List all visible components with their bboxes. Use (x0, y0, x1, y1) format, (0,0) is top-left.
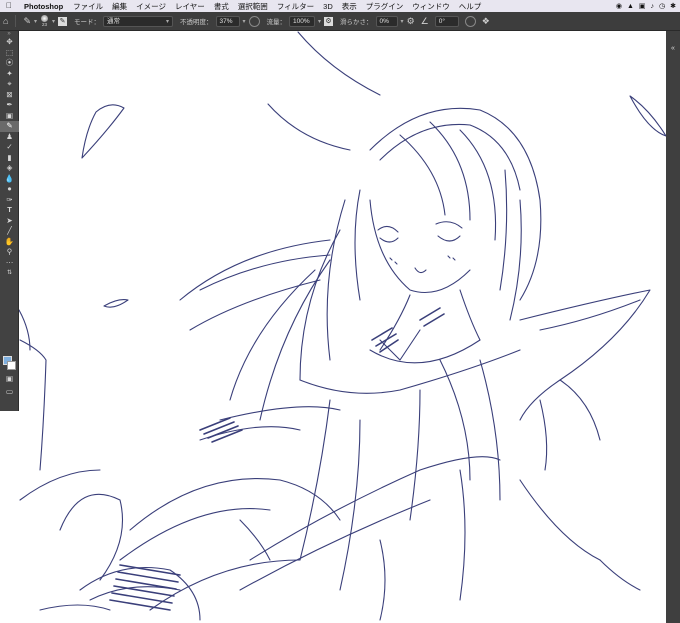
clock-icon[interactable]: ◷ (659, 2, 665, 10)
menu-image[interactable]: イメージ (136, 1, 166, 12)
menu-layer[interactable]: レイヤー (175, 1, 205, 12)
zoom-tool-icon[interactable]: ⚲ (0, 247, 19, 258)
marquee-tool-icon[interactable]: ⬚ (0, 48, 19, 59)
chevron-down-icon: ▾ (166, 18, 170, 25)
eraser-tool-icon[interactable]: ▮ (0, 153, 19, 164)
status-area: ◉ ▲ ▣ ♪ ◷ ✱ (616, 0, 676, 12)
mode-label: モード： (74, 19, 101, 26)
background-color-swatch[interactable] (7, 361, 16, 370)
type-tool-icon[interactable]: T (0, 205, 19, 216)
chevron-down-icon[interactable]: ▾ (243, 18, 246, 25)
move-tool-icon[interactable]: ✥ (0, 37, 19, 48)
document-canvas[interactable] (19, 31, 666, 623)
airbrush-icon[interactable]: ⚙ (324, 16, 334, 26)
pressure-size-icon[interactable] (464, 15, 476, 27)
angle-field[interactable]: 0° (434, 15, 459, 27)
magic-wand-tool-icon[interactable]: ✦ (0, 69, 19, 80)
opacity-label: 不透明度： (180, 19, 213, 26)
flow-label: 流量： (266, 19, 287, 26)
sketch-drawing (19, 31, 666, 621)
apple-icon[interactable]:  (6, 0, 14, 12)
gradient-tool-icon[interactable]: ◈ (0, 163, 19, 174)
menu-help[interactable]: ヘルプ (459, 1, 482, 12)
creative-cloud-icon[interactable]: ◉ (616, 2, 622, 10)
angle-icon[interactable]: ∠ (421, 16, 429, 27)
bluetooth-icon[interactable]: ✱ (670, 2, 676, 10)
chevron-down-icon[interactable]: ▾ (318, 18, 321, 25)
menu-edit[interactable]: 編集 (112, 1, 127, 12)
flow-field[interactable]: 100% (289, 15, 316, 27)
mode-select[interactable]: 通常 ▾ (103, 15, 174, 27)
smoothing-label: 滑らかさ： (340, 19, 373, 26)
right-panel-strip: « (666, 31, 680, 623)
audio-icon[interactable]: ♪ (651, 3, 655, 10)
history-brush-tool-icon[interactable]: ✓ (0, 142, 19, 153)
healing-brush-tool-icon[interactable]: ▣ (0, 111, 19, 122)
dodge-tool-icon[interactable]: ● (0, 184, 19, 195)
blur-tool-icon[interactable]: 💧 (0, 174, 19, 185)
chevron-down-icon[interactable]: ▾ (52, 18, 55, 25)
adobe-icon[interactable]: ▲ (627, 3, 634, 10)
menu-window[interactable]: ウィンドウ (412, 1, 450, 12)
brush-tip-icon (41, 15, 48, 22)
display-icon[interactable]: ▣ (639, 2, 646, 10)
frame-tool-icon[interactable]: ⊠ (0, 90, 19, 101)
quick-mask-icon[interactable]: ▣ (0, 374, 19, 385)
menu-filter[interactable]: フィルター (277, 1, 314, 12)
panel-expand-icon[interactable]: « (668, 44, 678, 54)
pressure-opacity-icon[interactable] (248, 15, 260, 27)
chevron-down-icon[interactable]: ▾ (401, 18, 404, 25)
brush-settings-icon[interactable]: ✎ (58, 16, 68, 26)
gear-icon[interactable]: ⚙ (407, 16, 415, 27)
menu-select[interactable]: 選択範囲 (238, 1, 268, 12)
eyedropper-tool-icon[interactable]: ✒ (0, 100, 19, 111)
line-tool-icon[interactable]: ╱ (0, 226, 19, 237)
hand-tool-icon[interactable]: ✋ (0, 237, 19, 248)
menu-file[interactable]: ファイル (73, 1, 103, 12)
screen-mode-icon[interactable]: ▭ (0, 387, 19, 398)
home-icon[interactable]: ⌂ (3, 16, 8, 26)
stamp-tool-icon[interactable]: ♟ (0, 132, 19, 143)
brush-size-label: 23 (41, 22, 47, 27)
menu-bar:  Photoshop ファイル 編集 イメージ レイヤー 書式 選択範囲 フィ… (0, 0, 680, 12)
lasso-tool-icon[interactable]: ⦿ (0, 58, 19, 69)
brush-preset-picker[interactable]: 23 (41, 15, 48, 27)
chevron-down-icon[interactable]: ▾ (34, 18, 37, 25)
opacity-field[interactable]: 37% (215, 15, 240, 27)
pen-tool-icon[interactable]: ✑ (0, 195, 19, 206)
menu-type[interactable]: 書式 (214, 1, 229, 12)
more-tools-icon[interactable]: ⋯ (0, 258, 19, 269)
tools-panel: » ✥ ⬚ ⦿ ✦ ⌖ ⊠ ✒ ▣ ✎ ♟ ✓ ▮ ◈ 💧 ● ✑ T ➤ ╱ … (0, 31, 19, 411)
divider (15, 15, 17, 27)
mode-select-value: 通常 (107, 17, 121, 25)
brush-tool-icon[interactable]: ✎ (23, 16, 31, 27)
menu-3d[interactable]: 3D (323, 2, 333, 11)
brush-tool-icon[interactable]: ✎ (0, 121, 19, 132)
options-bar: ⌂ ✎ ▾ 23 ▾ ✎ モード： 通常 ▾ 不透明度： 37% ▾ 流量： 1… (0, 12, 680, 31)
menu-plugins[interactable]: プラグイン (366, 1, 404, 12)
menu-view[interactable]: 表示 (342, 1, 357, 12)
symmetry-icon[interactable]: ❖ (482, 16, 490, 27)
smoothing-field[interactable]: 0% (375, 15, 398, 27)
swap-colors-icon[interactable]: ⇅ (0, 268, 19, 279)
path-selection-tool-icon[interactable]: ➤ (0, 216, 19, 227)
menu-app-name[interactable]: Photoshop (24, 2, 63, 11)
crop-tool-icon[interactable]: ⌖ (0, 79, 19, 90)
